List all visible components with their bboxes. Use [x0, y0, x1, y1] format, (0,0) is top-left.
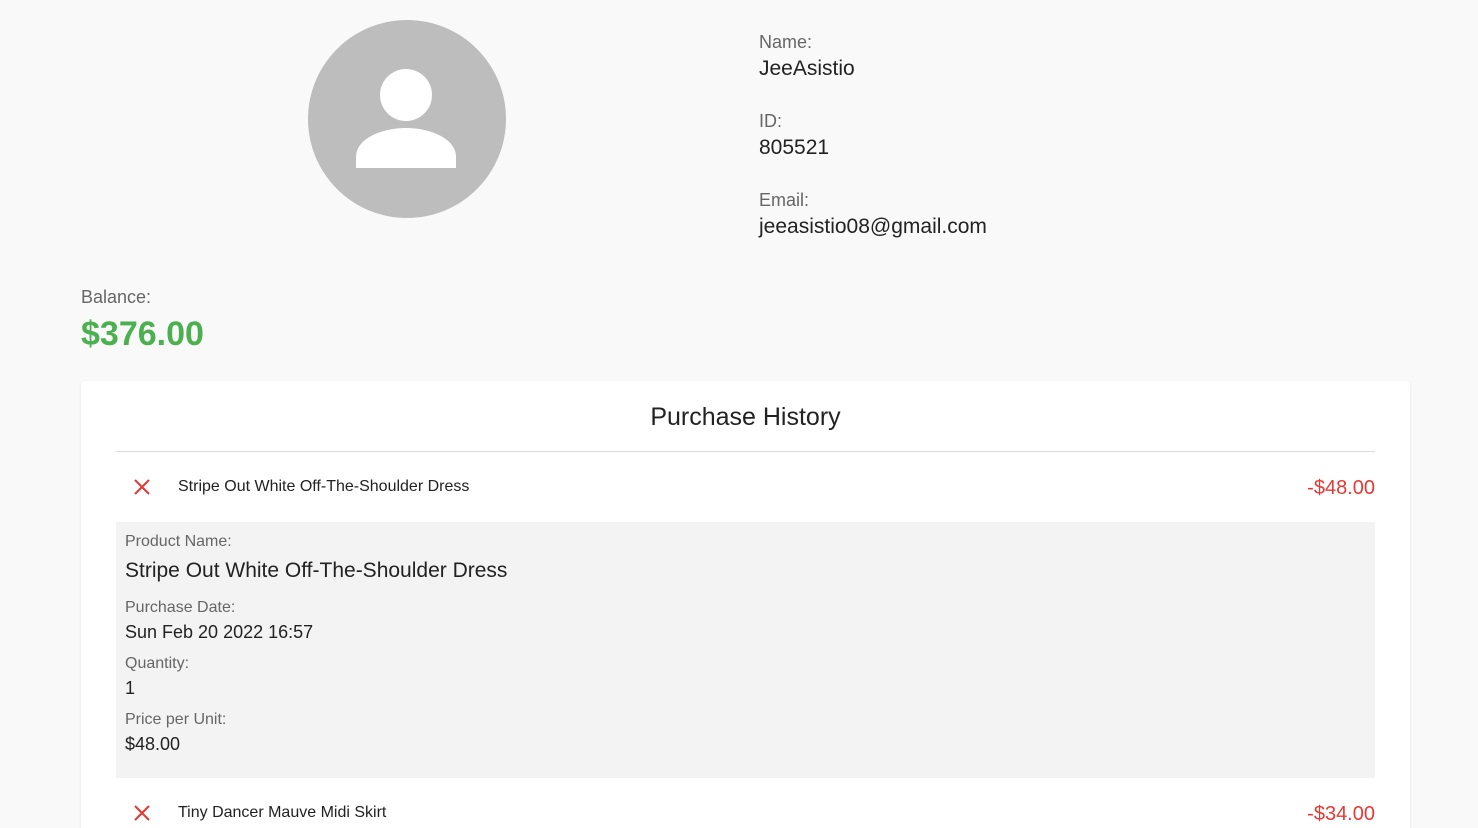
purchase-date-value: Sun Feb 20 2022 16:57: [125, 622, 314, 642]
close-icon[interactable]: [131, 476, 153, 498]
balance-section: Balance: $376.00: [81, 285, 204, 355]
purchase-history-title: Purchase History: [650, 403, 841, 431]
purchase-item-amount: -$34.00: [1307, 803, 1375, 825]
profile-page: Name: JeeAsistio ID: 805521 Email: jeeas…: [0, 0, 1478, 828]
balance-label: Balance:: [81, 287, 152, 307]
purchase-date-label: Purchase Date:: [125, 599, 236, 616]
id-label: ID:: [759, 111, 783, 131]
avatar: [308, 20, 506, 218]
price-per-unit-value: $48.00: [125, 734, 181, 754]
purchase-item-amount: -$48.00: [1307, 477, 1375, 499]
purchase-history-card: Purchase History Stripe Out White Off-Th…: [81, 381, 1410, 828]
purchase-row[interactable]: Tiny Dancer Mauve Midi Skirt -$34.00: [116, 793, 1375, 828]
product-name-value: Stripe Out White Off-The-Shoulder Dress: [125, 559, 508, 582]
email-label: Email:: [759, 190, 810, 210]
email-value: jeeasistio08@gmail.com: [759, 215, 987, 238]
quantity-value: 1: [125, 678, 136, 698]
divider: [116, 451, 1375, 452]
close-icon[interactable]: [131, 802, 153, 824]
profile-info: Name: JeeAsistio ID: 805521 Email: jeeas…: [759, 30, 987, 242]
price-per-unit-label: Price per Unit:: [125, 711, 227, 728]
id-value: 805521: [759, 136, 830, 159]
name-label: Name:: [759, 32, 813, 52]
user-icon: [356, 69, 456, 168]
purchase-item-name: Stripe Out White Off-The-Shoulder Dress: [178, 478, 470, 495]
purchase-row[interactable]: Stripe Out White Off-The-Shoulder Dress …: [116, 467, 1375, 507]
purchase-details: Product Name: Stripe Out White Off-The-S…: [116, 522, 1375, 778]
name-value: JeeAsistio: [759, 57, 855, 80]
purchase-item-name: Tiny Dancer Mauve Midi Skirt: [178, 804, 387, 821]
balance-amount: $376.00: [81, 315, 204, 353]
quantity-label: Quantity:: [125, 655, 190, 672]
product-name-label: Product Name:: [125, 533, 232, 550]
